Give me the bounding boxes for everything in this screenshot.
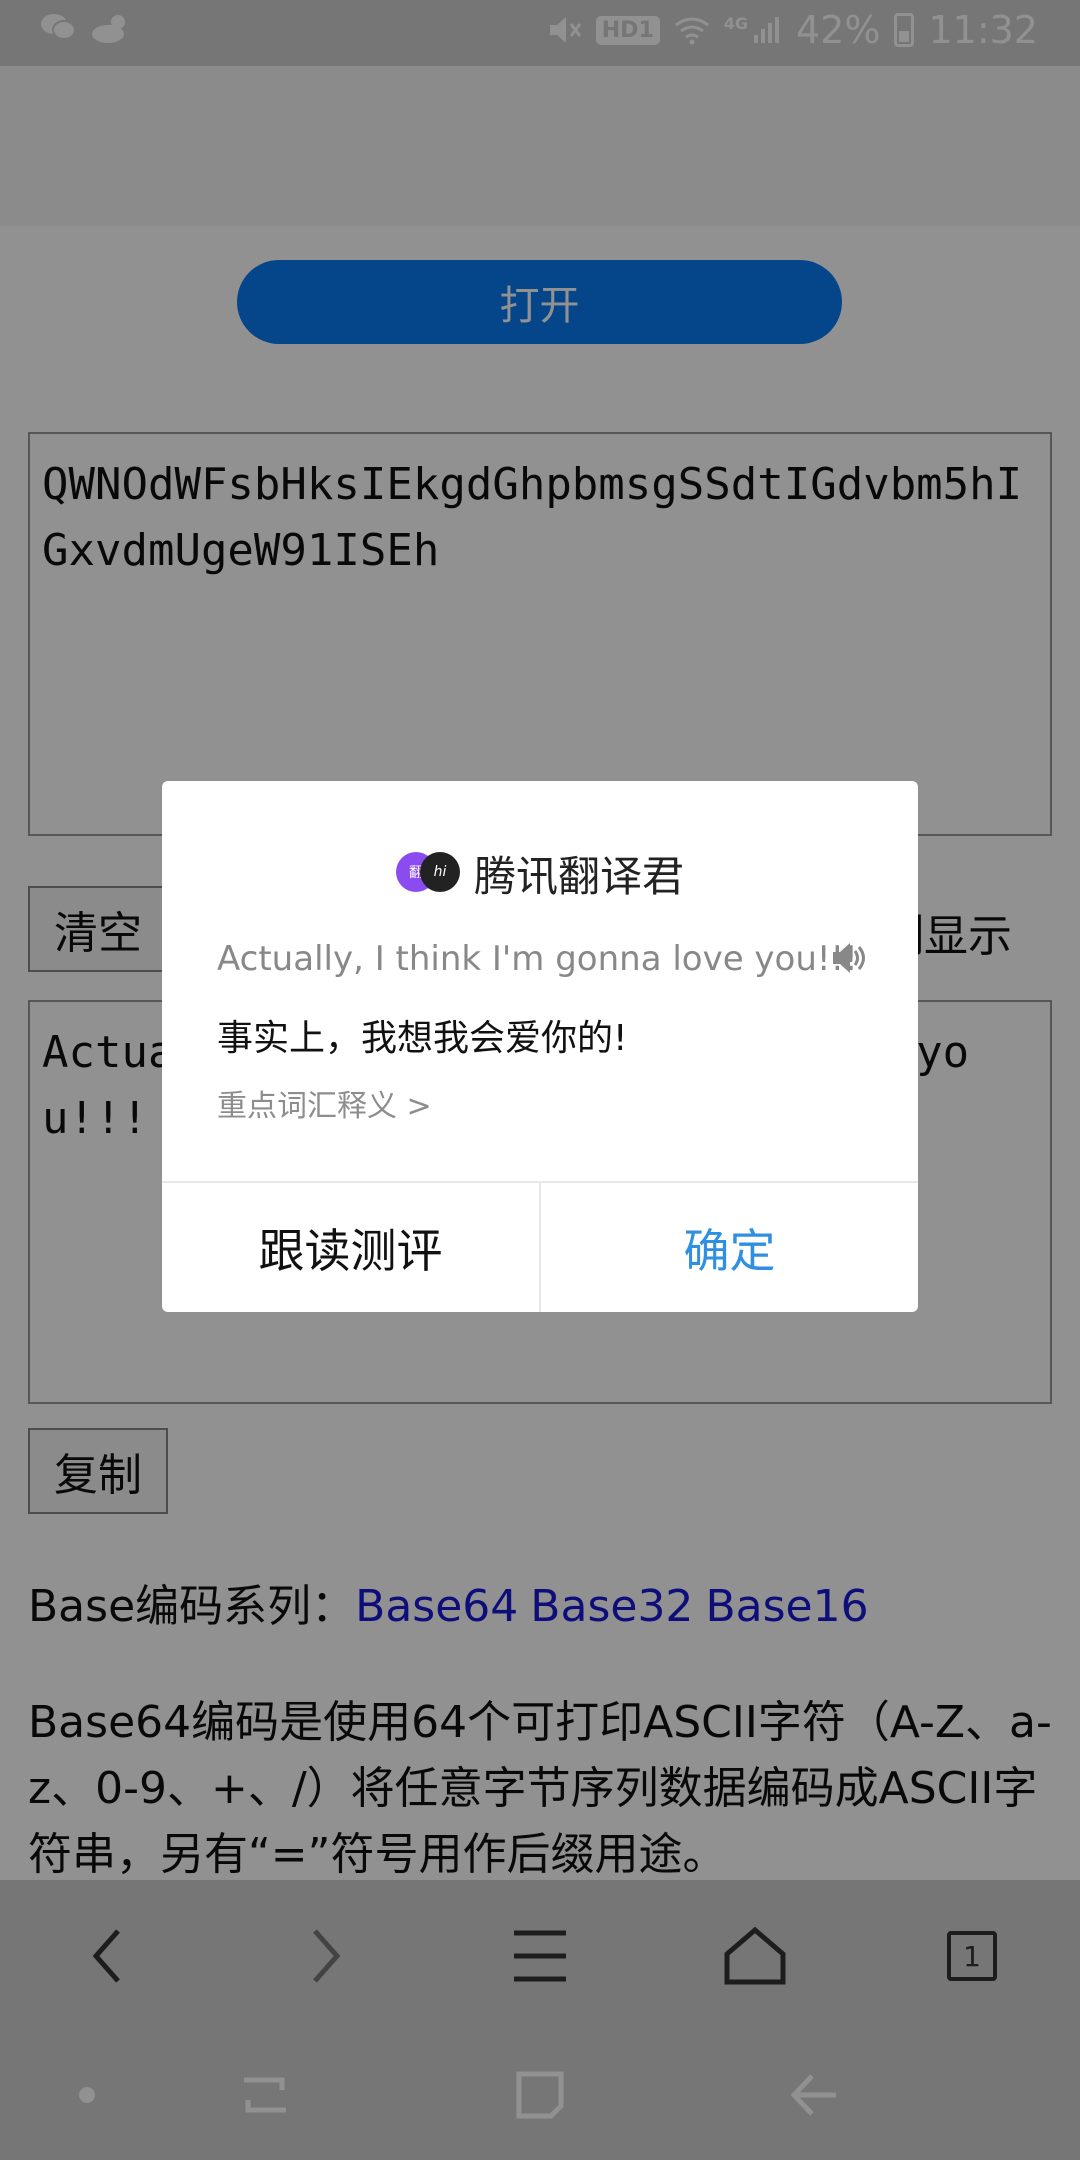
dialog-title: 腾讯翻译君	[473, 852, 684, 901]
confirm-button[interactable]: 确定	[541, 1183, 918, 1312]
translation-dialog: 翻 hi 腾讯翻译君 Actually, I think I'm gonna l…	[162, 781, 918, 1312]
dialog-header: 翻 hi 腾讯翻译君	[162, 843, 918, 904]
read-evaluation-button[interactable]: 跟读测评	[162, 1183, 539, 1312]
tencent-translate-logo-icon: 翻 hi	[395, 850, 460, 898]
translated-text: 事实上，我想我会爱你的!	[217, 1018, 628, 1059]
source-text: Actually, I think I'm gonna love you!!!	[217, 939, 858, 979]
vocab-definitions-link[interactable]: 重点词汇释义 >	[217, 1081, 432, 1125]
speaker-icon[interactable]	[830, 939, 868, 977]
